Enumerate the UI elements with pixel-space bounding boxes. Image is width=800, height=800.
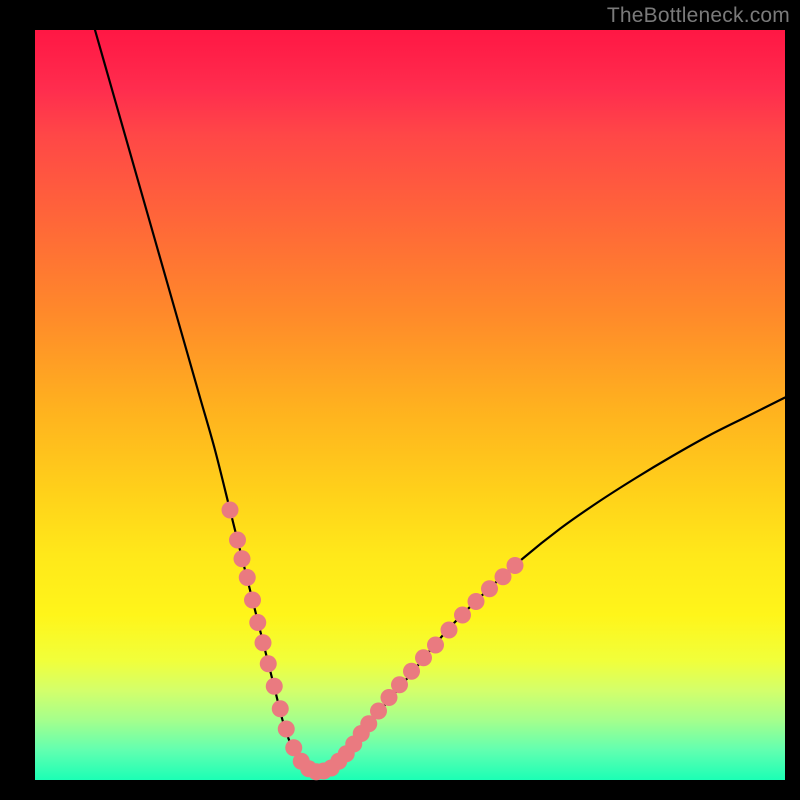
bottleneck-curve — [95, 30, 785, 773]
data-marker — [441, 622, 458, 639]
plot-area — [35, 30, 785, 780]
data-marker — [454, 607, 471, 624]
watermark-text: TheBottleneck.com — [607, 4, 790, 28]
data-marker — [222, 502, 239, 519]
data-marker — [239, 569, 256, 586]
data-marker — [415, 649, 432, 666]
data-marker — [403, 663, 420, 680]
data-marker — [507, 557, 524, 574]
data-marker — [249, 614, 266, 631]
data-marker — [427, 637, 444, 654]
data-marker — [255, 634, 272, 651]
data-marker — [244, 592, 261, 609]
data-marker — [370, 703, 387, 720]
data-marker — [260, 655, 277, 672]
data-marker — [278, 721, 295, 738]
data-marker — [229, 532, 246, 549]
data-marker — [272, 700, 289, 717]
data-markers — [222, 502, 524, 781]
chart-svg — [35, 30, 785, 780]
chart-stage: TheBottleneck.com — [0, 0, 800, 800]
data-marker — [468, 593, 485, 610]
data-marker — [266, 678, 283, 695]
data-marker — [391, 676, 408, 693]
data-marker — [481, 580, 498, 597]
data-marker — [234, 550, 251, 567]
